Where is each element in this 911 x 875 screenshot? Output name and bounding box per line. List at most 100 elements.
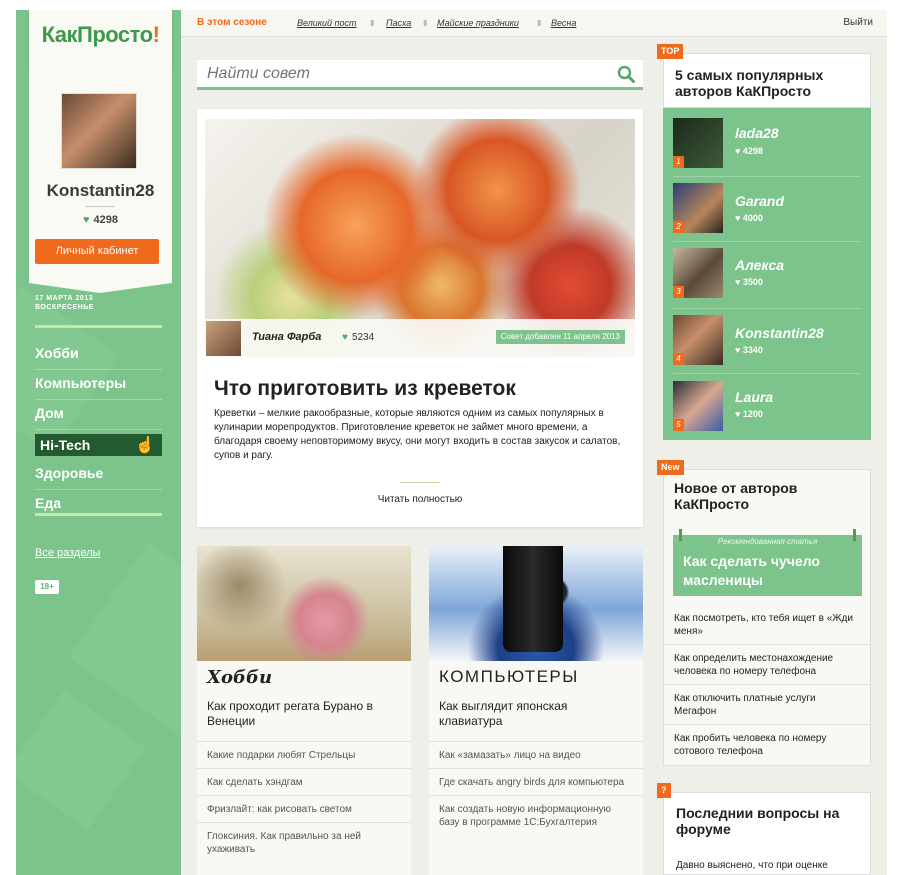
author-avatar[interactable]: 2 xyxy=(673,183,723,233)
list-item[interactable]: Фризлайт: как рисовать светом xyxy=(197,795,411,822)
current-date: 17 МАРТА 2013 ВОСКРЕСЕНЬЕ xyxy=(35,294,94,312)
author-rating: ♥ 3500 xyxy=(735,277,763,287)
list-item[interactable]: Как посмотреть, кто тебя ищет в «Жди мен… xyxy=(664,605,870,645)
season-link-easter[interactable]: Пасха xyxy=(386,18,411,28)
author-avatar[interactable]: 4 xyxy=(673,315,723,365)
phone-image xyxy=(503,546,563,652)
author-rating: ♥ 1200 xyxy=(735,409,763,419)
heart-icon: ♥ xyxy=(82,214,90,226)
nav-divider-bottom xyxy=(35,513,162,516)
search-icon[interactable] xyxy=(617,65,635,83)
nav-item-home[interactable]: Дом xyxy=(35,400,162,430)
recommended-article[interactable]: Рекомендованная статья Как сделать чучел… xyxy=(673,529,862,596)
season-link-may-holidays[interactable]: Майские праздники xyxy=(437,18,519,28)
weekday-line: ВОСКРЕСЕНЬЕ xyxy=(35,304,94,311)
heart-icon: ♥ xyxy=(735,345,743,355)
author-name[interactable]: Тиана Фарба xyxy=(252,331,321,343)
author-name[interactable]: Алекса xyxy=(735,257,784,273)
logo-card[interactable]: КакПросто! xyxy=(29,10,172,80)
nav-item-health[interactable]: Здоровье xyxy=(35,460,162,490)
search-input[interactable] xyxy=(207,65,587,83)
logo-part-1: Как xyxy=(41,22,78,47)
list-item[interactable]: Как пробить человека по номеру сотового … xyxy=(664,725,870,764)
season-label: В этом сезоне xyxy=(197,17,267,28)
list-item[interactable]: Какие подарки любят Стрельцы xyxy=(197,741,411,768)
author-separator xyxy=(673,241,861,242)
card-category[interactable]: КОМПЬЮТЕРЫ xyxy=(439,667,579,687)
top-authors-panel: 5 самых популярных авторов КаКПросто 1 l… xyxy=(663,53,871,440)
app: КакПросто! Konstantin28 ♥ 4298 Личный каб… xyxy=(0,0,911,875)
author-rating: ♥ 5234 xyxy=(342,332,374,343)
author-rating: ♥ 3340 xyxy=(735,345,763,355)
logout-link[interactable]: Выйти xyxy=(843,17,873,28)
author-separator xyxy=(673,176,861,177)
read-more-link[interactable]: Читать полностью xyxy=(197,494,643,505)
hand-cursor-icon: ☝ xyxy=(135,437,155,454)
date-line: 17 МАРТА 2013 xyxy=(35,295,94,302)
user-rating: ♥ 4298 xyxy=(29,214,172,226)
featured-article: Тиана Фарба ♥ 5234 Совет добавлен 11 апре… xyxy=(197,109,643,527)
season-link-spring[interactable]: Весна xyxy=(551,18,576,28)
card-category[interactable]: Хобби xyxy=(207,667,272,688)
recommended-label: Рекомендованная статья xyxy=(717,537,818,546)
article-title[interactable]: Что приготовить из креветок xyxy=(214,377,516,401)
author-avatar[interactable]: 1 xyxy=(673,118,723,168)
author-separator xyxy=(673,373,861,374)
new-from-authors-panel: Новое от авторов КаКПросто Рекомендованн… xyxy=(663,469,871,766)
author-name[interactable]: Laura xyxy=(735,389,773,405)
author-name[interactable]: lada28 xyxy=(735,125,779,141)
author-separator xyxy=(673,308,861,309)
question-badge: ? xyxy=(657,783,671,798)
nav-item-hobby[interactable]: Хобби xyxy=(35,340,162,370)
author-rating-value: 3500 xyxy=(742,277,763,287)
forum-title: Последнии вопросы на форуме xyxy=(676,805,840,837)
all-sections-link[interactable]: Все разделы xyxy=(35,547,100,559)
author-name[interactable]: Garand xyxy=(735,193,784,209)
author-avatar[interactable] xyxy=(206,321,241,356)
article-summary: Креветки – мелкие ракообразные, которые … xyxy=(214,408,621,461)
list-item[interactable]: Как сделать хэндгам xyxy=(197,768,411,795)
username-divider xyxy=(85,206,115,207)
author-rating-value: 4298 xyxy=(742,146,763,156)
list-item[interactable]: Как «замазать» лицо на видео xyxy=(429,741,643,768)
season-link-lent[interactable]: Великий пост xyxy=(297,18,357,28)
user-profile: Konstantin28 ♥ 4298 Личный кабинет xyxy=(29,68,172,293)
recommended-title[interactable]: Как сделать чучело масленицы xyxy=(683,552,858,590)
top-badge: TOP xyxy=(657,44,684,59)
user-rating-value: 4298 xyxy=(93,214,118,226)
heart-icon: ♥ xyxy=(735,146,743,156)
forum-question[interactable]: Давно выяснено, что при оценке xyxy=(676,860,866,871)
list-item[interactable]: Как создать новую информационную базу в … xyxy=(429,795,643,835)
list-item[interactable]: Как определить местонахождение человека … xyxy=(664,645,870,685)
article-author-bar: Тиана Фарба ♥ 5234 Совет добавлен 11 апре… xyxy=(205,319,635,357)
age-rating-badge: 18+ xyxy=(35,580,59,594)
user-avatar[interactable] xyxy=(61,93,137,169)
author-rating-value: 4000 xyxy=(742,213,763,223)
list-item[interactable]: Где скачать angry birds для компьютера xyxy=(429,768,643,795)
card-main-link[interactable]: Как проходит регата Бурано в Венеции xyxy=(207,699,397,729)
heart-icon: ♥ xyxy=(735,409,743,419)
card-image[interactable] xyxy=(429,546,643,661)
author-name[interactable]: Konstantin28 xyxy=(735,325,824,341)
rank-badge: 5 xyxy=(673,419,684,431)
site-logo[interactable]: КакПросто! xyxy=(29,22,172,48)
list-item[interactable]: Глоксиния. Как правильно за ней ухаживат… xyxy=(197,822,411,862)
card-main-link[interactable]: Как выглядит японская клавиатура xyxy=(439,699,629,729)
added-date-badge: Совет добавлен 11 апреля 2013 xyxy=(495,330,625,344)
card-image[interactable] xyxy=(197,546,411,661)
cabinet-button[interactable]: Личный кабинет xyxy=(35,239,159,264)
author-avatar[interactable]: 5 xyxy=(673,381,723,431)
top-bar: В этом сезоне Великий пост ▮ Пасха ▮ Май… xyxy=(181,10,887,37)
nav-item-computers[interactable]: Компьютеры xyxy=(35,370,162,400)
username[interactable]: Konstantin28 xyxy=(29,181,172,201)
logo-part-2: Просто xyxy=(77,22,153,47)
author-avatar[interactable]: 3 xyxy=(673,248,723,298)
category-nav: Хобби Компьютеры Дом Hi-Tech Здоровье Ед… xyxy=(35,340,162,520)
new-badge: New xyxy=(657,460,684,475)
nav-divider-top xyxy=(35,325,162,328)
author-rating-value: 1200 xyxy=(742,409,763,419)
logo-part-3: ! xyxy=(152,22,160,47)
heart-icon: ♥ xyxy=(342,332,348,343)
rank-badge: 2 xyxy=(673,221,684,233)
list-item[interactable]: Как отключить платные услуги Мегафон xyxy=(664,685,870,725)
